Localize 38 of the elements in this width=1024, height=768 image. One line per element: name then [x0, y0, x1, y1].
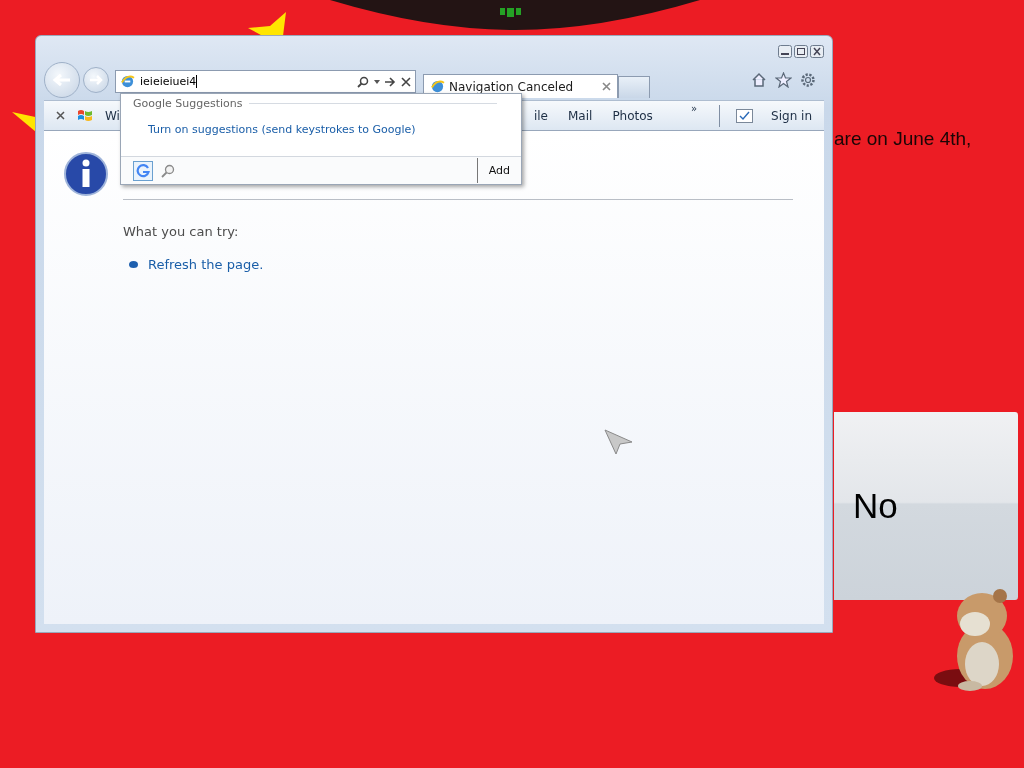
sign-in-link[interactable]: Sign in — [771, 108, 812, 123]
subheading: What you can try: — [123, 224, 240, 239]
globe-e-icon — [430, 79, 445, 94]
search-icon[interactable] — [357, 75, 369, 88]
close-button[interactable] — [810, 45, 824, 58]
forward-arrow-icon — [89, 74, 103, 85]
caret-icon[interactable] — [374, 79, 380, 84]
go-arrow-icon[interactable] — [385, 76, 396, 87]
favorite-link[interactable]: Mail — [568, 108, 593, 123]
favorite-link[interactable]: Photos — [612, 108, 653, 123]
address-field[interactable]: ieieieiuei4 — [115, 70, 416, 93]
suggestion-link[interactable]: Turn on suggestions (send keystrokes to Google) — [121, 110, 521, 136]
close-icon[interactable] — [401, 76, 411, 87]
favorite-link[interactable]: Wi — [105, 108, 120, 123]
no-button[interactable]: No — [834, 412, 1018, 600]
refresh-link[interactable]: Refresh the page. — [148, 257, 264, 272]
overflow-chevron[interactable]: » — [690, 103, 698, 114]
minimize-button[interactable] — [778, 45, 792, 58]
background-text: are on June 4th, — [834, 128, 972, 150]
home-icon[interactable] — [751, 71, 767, 88]
star-icon[interactable] — [775, 71, 792, 88]
settings-icon[interactable] — [800, 71, 816, 88]
back-arrow-icon — [52, 72, 72, 87]
address-text: ieieieiuei4 — [140, 75, 198, 88]
cursor-icon — [604, 429, 634, 455]
add-button[interactable]: Add — [476, 158, 521, 183]
bullet-icon — [129, 261, 138, 268]
info-icon — [63, 151, 109, 197]
google-g-icon[interactable] — [133, 160, 153, 181]
checkmark-icon[interactable] — [736, 108, 754, 123]
browser-tab[interactable]: Navigation Canceled — [423, 74, 618, 98]
globe-e-icon — [120, 74, 135, 89]
favorite-link[interactable]: ile — [533, 108, 548, 123]
popup-heading: Google Suggestions — [133, 97, 243, 110]
indicator-icon — [500, 8, 521, 17]
windows-flag-icon — [77, 108, 93, 123]
maximize-button[interactable] — [794, 45, 808, 58]
close-icon[interactable] — [56, 111, 65, 120]
